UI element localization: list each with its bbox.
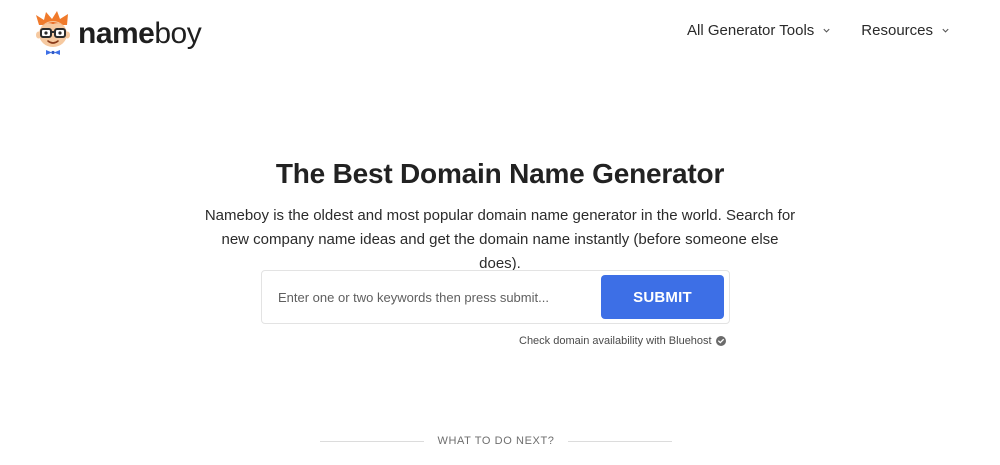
check-circle-icon (715, 336, 726, 346)
chevron-down-icon (942, 28, 949, 33)
divider-line (320, 440, 424, 442)
section-heading: WHAT TO DO NEXT? (437, 435, 555, 447)
chevron-down-icon (823, 28, 830, 33)
bluehost-note-text: Check domain availability with Bluehost (519, 335, 712, 347)
divider-line (568, 440, 672, 442)
nav-item-label: All Generator Tools (687, 22, 815, 39)
what-to-do-next-divider: WHAT TO DO NEXT? (320, 433, 672, 449)
logo-text-light: boy (154, 17, 202, 50)
logo-text-bold: name (78, 17, 155, 50)
hero-description: Nameboy is the oldest and most popular d… (204, 207, 796, 272)
nerd-mascot-icon (36, 11, 70, 55)
bluehost-availability-note[interactable]: Check domain availability with Bluehost (519, 335, 726, 347)
nav-item-resources[interactable]: Resources (861, 22, 950, 39)
logo-wordmark: nameboy (78, 17, 202, 50)
main-nav: All Generator Tools Resources (657, 22, 950, 39)
submit-button[interactable]: SUBMIT (601, 275, 724, 319)
nameboy-logo[interactable]: nameboy (32, 11, 202, 56)
nav-item-label: Resources (861, 22, 933, 39)
hero-section: The Best Domain Name Generator Nameboy i… (0, 150, 1000, 276)
nav-item-all-generator-tools[interactable]: All Generator Tools (687, 22, 831, 39)
page-title: The Best Domain Name Generator (275, 158, 725, 189)
domain-search-form: SUBMIT (261, 270, 730, 324)
site-header: nameboy All Generator Tools Resources (0, 0, 1000, 66)
keyword-search-input[interactable] (263, 272, 593, 322)
